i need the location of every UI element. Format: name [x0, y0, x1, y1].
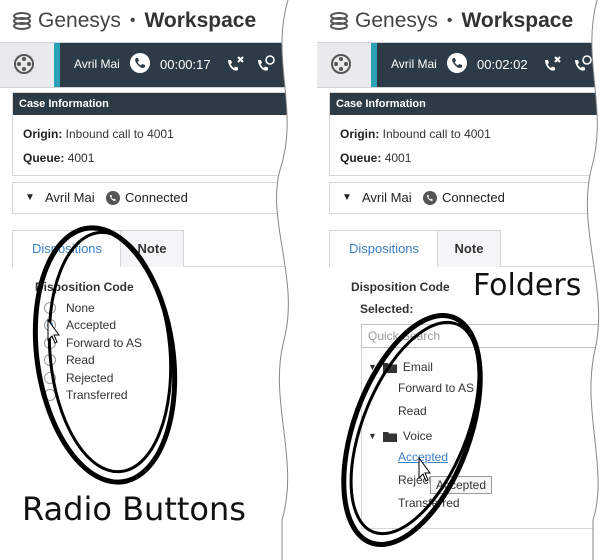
radio-option-read[interactable]: Read [44, 352, 95, 368]
party-status: Connected [442, 190, 505, 205]
party-name: Avril Mai [362, 190, 412, 205]
tab-dispositions[interactable]: Dispositions [329, 230, 439, 267]
case-information: Case Information Origin: Inbound call to… [329, 92, 611, 176]
radio-label: Forward to AS [66, 336, 143, 350]
radio-button[interactable] [44, 372, 56, 384]
radio-label: Transferred [66, 388, 128, 402]
end-call-icon[interactable] [224, 54, 246, 76]
radio-button[interactable] [44, 354, 56, 366]
tab-note[interactable]: Note [120, 230, 184, 267]
tree-item-read[interactable]: Read [398, 404, 427, 418]
party-row[interactable]: ▼ Avril Mai Connected [12, 182, 300, 214]
toolbar: Avril Mai 00:00:17 [0, 42, 300, 88]
call-timer: 00:00:17 [160, 57, 211, 72]
chevron-down-icon[interactable]: ▼ [368, 362, 377, 372]
phone-icon [130, 53, 150, 73]
origin-label: Origin: [23, 127, 63, 141]
call-contact-name: Avril Mai [74, 57, 120, 71]
call-contact-name: Avril Mai [391, 57, 437, 71]
workspace-panel-right: Genesys • Workspace Avril Mai 00:02:02 C… [317, 0, 611, 560]
interaction-indicator [54, 43, 60, 87]
genesys-logo: Genesys • Workspace [12, 9, 256, 33]
chevron-down-icon[interactable]: ▼ [342, 192, 352, 203]
queue-value: 4001 [67, 151, 95, 165]
main-menu-icon[interactable] [13, 53, 35, 75]
call-timer: 00:02:02 [477, 57, 528, 72]
case-information-title: Case Information [13, 93, 299, 115]
queue-label: Queue: [23, 151, 65, 165]
annotation-radio-buttons: Radio Buttons [22, 490, 246, 528]
brand-name: Genesys [38, 9, 121, 32]
queue-value: 4001 [384, 151, 412, 165]
case-information-title: Case Information [330, 93, 610, 115]
disposition-code-label: Disposition Code [351, 280, 450, 294]
queue-label: Queue: [340, 151, 382, 165]
brand-separator: • [129, 12, 136, 29]
radio-option-rejected[interactable]: Rejected [44, 370, 113, 386]
end-call-icon[interactable] [541, 54, 563, 76]
radio-label: Read [66, 353, 95, 367]
radio-option-transferred[interactable]: Transferred [44, 387, 128, 403]
radio-option-none[interactable]: None [44, 300, 95, 316]
radio-button[interactable] [44, 389, 56, 401]
radio-label: Accepted [66, 318, 117, 332]
tab-bar: Dispositions Note [329, 230, 611, 267]
origin-value: Inbound call to 4001 [65, 127, 174, 141]
folder-label: Voice [402, 429, 433, 443]
radio-label: None [66, 301, 95, 315]
case-origin: Origin: Inbound call to 4001 [330, 127, 610, 141]
case-information: Case Information Origin: Inbound call to… [12, 92, 300, 176]
annotation-folders: Folders [473, 268, 582, 303]
radio-button[interactable] [44, 302, 56, 314]
app-header: Genesys • Workspace [317, 0, 611, 42]
tooltip: Accepted [430, 476, 493, 494]
party-row[interactable]: ▼ Avril Mai Connected [329, 182, 611, 214]
connected-phone-icon [106, 191, 120, 205]
case-origin: Origin: Inbound call to 4001 [13, 127, 299, 141]
radio-label: Rejected [66, 371, 114, 385]
folder-icon [382, 362, 397, 373]
disposition-code-label: Disposition Code [35, 280, 134, 294]
radio-option-accepted[interactable]: Accepted [44, 317, 116, 333]
product-name: Workspace [461, 9, 574, 32]
genesys-logo: Genesys • Workspace [329, 9, 573, 33]
case-queue: Queue: 4001 [13, 151, 299, 165]
tree-item-accepted[interactable]: Accepted [398, 450, 448, 464]
tree-item-reject[interactable]: Reject [398, 473, 432, 487]
connected-phone-icon [423, 191, 437, 205]
workspace-panel-left: Genesys • Workspace Avril Mai 00:00:17 C… [0, 0, 300, 560]
tree-item-transferred[interactable]: Transferred [398, 496, 460, 510]
radio-option-forward-to-as[interactable]: Forward to AS [44, 335, 142, 351]
genesys-logo-icon [330, 12, 348, 30]
genesys-logo-icon [13, 12, 31, 30]
party-name: Avril Mai [45, 190, 95, 205]
torn-edge [586, 0, 611, 560]
brand-separator: • [446, 12, 453, 29]
product-name: Workspace [144, 9, 257, 32]
selected-label: Selected: [360, 302, 414, 316]
case-queue: Queue: 4001 [330, 151, 610, 165]
folder-email[interactable]: ▼ Email [368, 360, 433, 374]
folder-label: Email [402, 360, 433, 374]
torn-edge [276, 0, 300, 560]
origin-value: Inbound call to 4001 [382, 127, 491, 141]
folder-icon [382, 431, 397, 442]
radio-button-selected[interactable] [44, 319, 56, 331]
chevron-down-icon[interactable]: ▼ [25, 192, 35, 203]
chevron-down-icon[interactable]: ▼ [368, 431, 377, 441]
toolbar: Avril Mai 00:02:02 [317, 42, 611, 88]
main-menu-icon[interactable] [330, 53, 352, 75]
phone-icon [447, 53, 467, 73]
origin-label: Origin: [340, 127, 380, 141]
tab-bar: Dispositions Note [12, 230, 300, 267]
party-status: Connected [125, 190, 188, 205]
tab-dispositions[interactable]: Dispositions [12, 230, 122, 267]
radio-button[interactable] [44, 337, 56, 349]
folder-voice[interactable]: ▼ Voice [368, 429, 432, 443]
app-header: Genesys • Workspace [0, 0, 300, 42]
brand-name: Genesys [355, 9, 438, 32]
tab-note[interactable]: Note [437, 230, 501, 267]
tree-item-forward-to-as[interactable]: Forward to AS [398, 381, 474, 395]
interaction-indicator [371, 43, 377, 87]
